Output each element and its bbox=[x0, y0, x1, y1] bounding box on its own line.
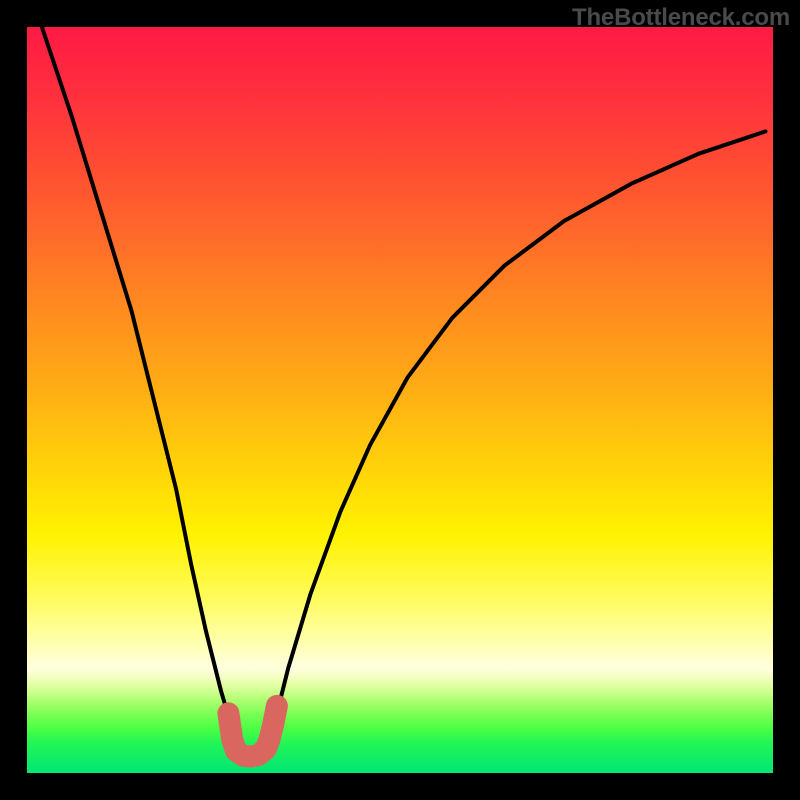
plot-area bbox=[27, 27, 773, 773]
chart-frame: TheBottleneck.com bbox=[0, 0, 800, 800]
watermark-label: TheBottleneck.com bbox=[572, 4, 790, 31]
curve-layer bbox=[27, 27, 773, 773]
optimal-region-marker bbox=[228, 706, 277, 757]
watermark-text: TheBottleneck.com bbox=[572, 4, 790, 32]
bottleneck-curve bbox=[42, 27, 766, 757]
